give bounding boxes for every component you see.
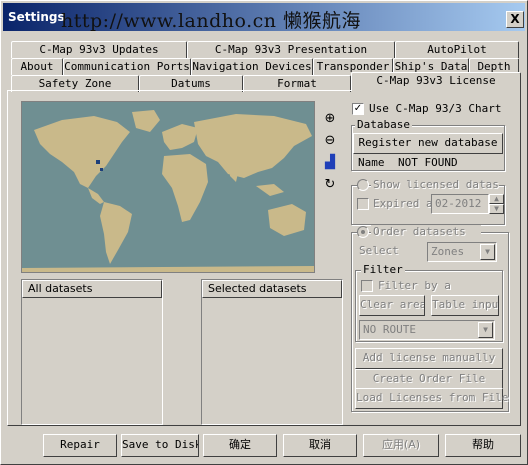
- all-datasets-header: All datasets: [22, 280, 162, 298]
- load-licenses-button[interactable]: Load Licenses from File: [355, 388, 508, 409]
- rotate-icon[interactable]: ↻: [321, 177, 339, 195]
- cancel-button[interactable]: 取消: [283, 434, 357, 457]
- filter-area-label: Filter by area: [378, 279, 452, 292]
- order-dataset-label: Order datasets: [371, 225, 481, 238]
- window-title: Settings: [8, 10, 65, 24]
- tab-about[interactable]: About: [11, 58, 63, 75]
- name-value: NOT FOUND: [398, 156, 458, 169]
- selected-datasets-header: Selected datasets: [202, 280, 342, 298]
- table-input-button[interactable]: Table input: [431, 295, 499, 316]
- save-to-disk-button[interactable]: Save to Disk: [121, 434, 199, 457]
- show-licensed-label: Show licensed datasets: [371, 178, 499, 191]
- add-license-manually-button[interactable]: Add license manually: [355, 348, 503, 369]
- register-database-button[interactable]: Register new database: [353, 133, 503, 154]
- tab-autopilot[interactable]: AutoPilot: [395, 41, 519, 58]
- tab-navigation-devices[interactable]: Navigation Devices: [191, 58, 313, 75]
- show-licensed-radio[interactable]: [357, 179, 369, 191]
- date-up-icon[interactable]: ▲: [489, 194, 504, 204]
- expired-label: Expired at: [373, 197, 431, 210]
- tab-cmap-license[interactable]: C-Map 93v3 License: [351, 72, 521, 91]
- clear-area-button[interactable]: Clear area: [359, 295, 425, 316]
- route-combo-value: NO ROUTE: [363, 323, 416, 336]
- expired-checkbox[interactable]: [357, 198, 369, 210]
- ok-button[interactable]: 确定: [203, 434, 277, 457]
- filter-area-checkbox[interactable]: [361, 280, 373, 292]
- database-label: Database: [355, 118, 412, 131]
- create-order-file-button[interactable]: Create Order File: [355, 369, 503, 390]
- zoom-out-icon[interactable]: ⊖: [321, 133, 339, 151]
- name-label: Name: [358, 156, 385, 169]
- title-bar: Settings http://www.landho.cn 懒猴航海 X: [3, 3, 525, 32]
- selected-datasets-list[interactable]: [201, 279, 343, 425]
- order-dataset-radio[interactable]: [357, 226, 369, 238]
- select-dropdown-icon[interactable]: ▼: [480, 244, 495, 260]
- select-combo[interactable]: Zones ▼: [427, 242, 497, 262]
- all-datasets-list[interactable]: [21, 279, 163, 425]
- expired-date-field[interactable]: 02-2012: [431, 194, 489, 214]
- watermark: http://www.landho.cn 懒猴航海: [61, 10, 362, 32]
- repair-button[interactable]: Repair: [43, 434, 117, 457]
- filter-label: Filter: [361, 263, 405, 276]
- select-label: Select: [359, 244, 399, 257]
- tab-communication-ports[interactable]: Communication Ports: [63, 58, 191, 75]
- settings-window: Settings http://www.landho.cn 懒猴航海 X C-M…: [0, 0, 528, 465]
- route-combo[interactable]: NO ROUTE ▼: [359, 320, 495, 340]
- select-icon[interactable]: ▟: [321, 155, 339, 173]
- route-dropdown-icon[interactable]: ▼: [478, 322, 493, 338]
- use-cmap-checkbox[interactable]: ✓: [352, 103, 364, 115]
- apply-button[interactable]: 应用(A): [363, 434, 439, 457]
- tab-cmap-presentation[interactable]: C-Map 93v3 Presentation: [187, 41, 395, 58]
- world-map[interactable]: [21, 101, 315, 273]
- date-down-icon[interactable]: ▼: [489, 204, 504, 214]
- close-button[interactable]: X: [506, 11, 524, 28]
- world-map-graphic: [22, 102, 314, 272]
- use-cmap-label: Use C-Map 93/3 Chart: [369, 102, 502, 115]
- select-combo-value: Zones: [431, 245, 465, 258]
- tab-cmap-updates[interactable]: C-Map 93v3 Updates: [11, 41, 187, 58]
- help-button[interactable]: 帮助: [445, 434, 521, 457]
- zoom-in-icon[interactable]: ⊕: [321, 111, 339, 129]
